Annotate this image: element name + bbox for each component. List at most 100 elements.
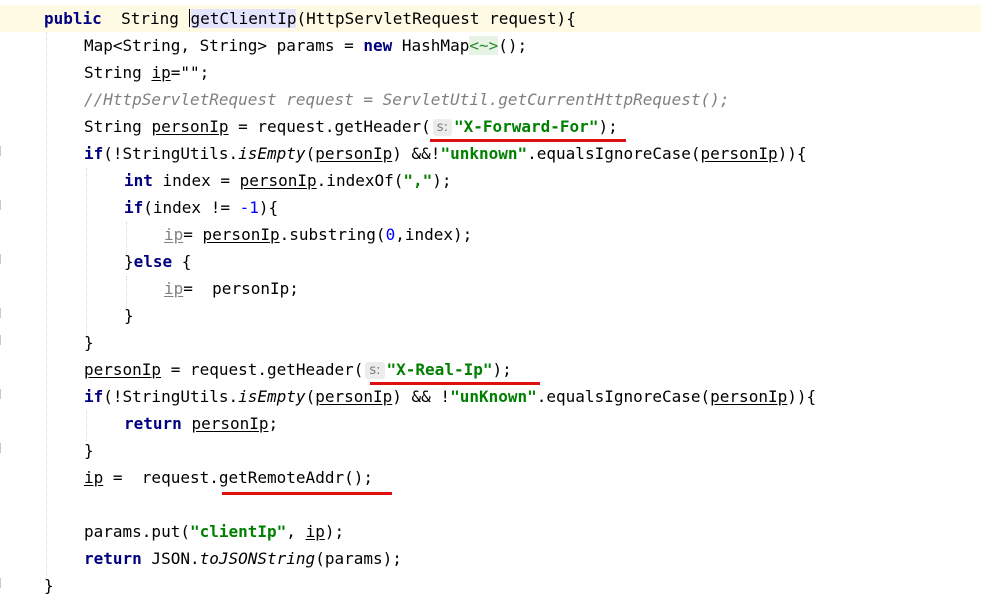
code-line[interactable]: }	[0, 302, 981, 329]
code-text: .indexOf(	[316, 171, 404, 190]
comment: //HttpServletRequest request = ServletUt…	[84, 90, 730, 109]
variable: ip	[164, 225, 184, 244]
code-text: (index !=	[143, 198, 240, 217]
code-text: )){	[787, 387, 817, 406]
code-text: );	[492, 360, 512, 379]
string-literal: "unKnown"	[450, 387, 537, 406]
code-text: ) &&!	[392, 144, 441, 163]
variable: personIp	[315, 387, 393, 406]
code-line[interactable]: public String getClientIp(HttpServletReq…	[0, 5, 981, 32]
code-line[interactable]: if(!StringUtils.isEmpty(personIp) &&!"un…	[0, 140, 981, 167]
code-text: Map<String, String> params =	[84, 36, 364, 55]
code-line[interactable]: }	[0, 329, 981, 356]
code-line[interactable]: Map<String, String> params = new HashMap…	[0, 32, 981, 59]
code-line[interactable]: }	[0, 437, 981, 464]
code-line[interactable]: }else {	[0, 248, 981, 275]
keyword: return	[124, 414, 182, 433]
string-literal: "clientIp"	[189, 522, 287, 541]
code-text: }	[124, 252, 134, 271]
param-hint: s:	[432, 119, 452, 136]
code-line[interactable]	[0, 491, 981, 518]
code-line[interactable]: }	[0, 572, 981, 599]
code-text: .substring(	[279, 225, 386, 244]
variable: personIp	[315, 144, 393, 163]
code-line[interactable]: ip= personIp;	[0, 275, 981, 302]
variable: personIp	[151, 117, 229, 136]
variable: ip	[151, 63, 171, 82]
variable: personIp	[710, 387, 788, 406]
code-text: .equalsIgnoreCase(	[527, 144, 701, 163]
code-line[interactable]: int index = personIp.indexOf(",");	[0, 167, 981, 194]
variable: personIp	[239, 171, 317, 190]
code-text: =	[183, 279, 213, 298]
code-text: String	[84, 63, 152, 82]
code-text: ;	[268, 414, 279, 433]
keyword: if	[84, 387, 104, 406]
variable: ip	[164, 279, 184, 298]
method-call: isEmpty	[238, 144, 306, 163]
code-text: }	[84, 333, 94, 352]
code-text: }	[44, 576, 54, 595]
code-text: }	[84, 441, 94, 460]
variable: ip	[305, 522, 325, 541]
method-name: getClientIp	[190, 9, 297, 28]
code-text: getRemoteAddr();	[218, 468, 373, 487]
code-line[interactable]: return JSON.toJSONString(params);	[0, 545, 981, 572]
code-line[interactable]: params.put("clientIp", ip);	[0, 518, 981, 545]
text-caret	[188, 9, 190, 27]
diamond-fold[interactable]: <~>	[469, 36, 499, 55]
code-line[interactable]: //HttpServletRequest request = ServletUt…	[0, 86, 981, 113]
code-text: (params);	[315, 549, 402, 568]
variable: personIp	[700, 144, 778, 163]
param-hint: s:	[365, 362, 385, 379]
variable: personIp	[84, 360, 162, 379]
code-text: ="";	[170, 63, 210, 82]
code-line[interactable]: ip = request.getRemoteAddr();	[0, 464, 981, 491]
keyword: new	[363, 36, 393, 55]
string-literal: "unknown"	[440, 144, 528, 163]
number-literal: -1	[239, 198, 259, 217]
keyword: public	[44, 9, 102, 28]
type: String	[121, 9, 179, 28]
code-line[interactable]: String ip="";	[0, 59, 981, 86]
code-text: ,index);	[395, 225, 473, 244]
keyword: else	[133, 252, 173, 271]
code-text: =	[183, 225, 203, 244]
code-text: String	[84, 117, 152, 136]
code-text: ;	[289, 279, 299, 298]
code-line[interactable]: return personIp;	[0, 410, 981, 437]
code-text: );	[598, 117, 618, 136]
code-text: ){	[258, 198, 279, 217]
code-text: (!StringUtils.	[103, 387, 239, 406]
code-text: = request.	[103, 468, 219, 487]
variable: personIp	[202, 225, 280, 244]
string-literal: "X-Forward-For"	[453, 117, 599, 136]
code-line[interactable]: if(index != -1){	[0, 194, 981, 221]
string-literal: "X-Real-Ip"	[386, 360, 493, 379]
code-line[interactable]: ip= personIp.substring(0,index);	[0, 221, 981, 248]
keyword: if	[124, 198, 144, 217]
code-text: JSON.	[141, 549, 200, 568]
code-text: ();	[498, 36, 528, 55]
code-text: ) && !	[392, 387, 451, 406]
code-text: }	[124, 306, 134, 325]
code-text: (!StringUtils.	[103, 144, 239, 163]
code-text: (	[305, 144, 316, 163]
code-text: )){	[777, 144, 807, 163]
code-text: params.put(	[84, 522, 190, 541]
number-literal: 0	[385, 225, 396, 244]
method-call: toJSONString	[199, 549, 316, 568]
keyword: return	[84, 549, 142, 568]
code-line[interactable]: personIp = request.getHeader(s: "X-Real-I…	[0, 356, 981, 383]
string-literal: ","	[403, 171, 433, 190]
code-line[interactable]: String personIp = request.getHeader(s: "X…	[0, 113, 981, 140]
keyword: if	[84, 144, 104, 163]
code-text: .equalsIgnoreCase(	[536, 387, 711, 406]
variable: ip	[84, 468, 104, 487]
variable: personIp	[191, 414, 269, 433]
code-line[interactable]: if(!StringUtils.isEmpty(personIp) && !"u…	[0, 383, 981, 410]
code-text: HashMap	[392, 36, 470, 55]
code-text: );	[432, 171, 452, 190]
code-text: = request.getHeader(	[228, 117, 431, 136]
keyword: int	[124, 171, 153, 190]
